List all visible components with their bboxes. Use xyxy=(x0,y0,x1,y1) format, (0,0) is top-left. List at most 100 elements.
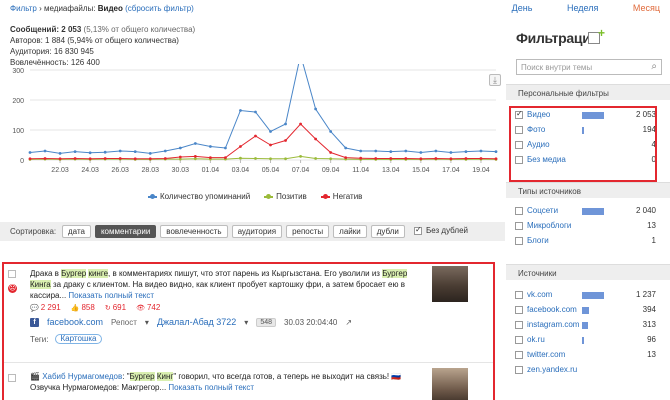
filter-checkbox[interactable] xyxy=(515,207,523,215)
sort-option-button[interactable]: репосты xyxy=(286,225,330,238)
x-tick-label: 09.04 xyxy=(322,167,340,174)
messages-share: (5,13% от общего количества) xyxy=(83,25,196,34)
chevron-down-icon[interactable]: ▾ xyxy=(145,318,149,327)
filter-checkbox[interactable] xyxy=(515,306,523,314)
sort-option-button[interactable]: комментарии xyxy=(94,225,157,238)
author-link[interactable]: Джалал-Абад 3722 xyxy=(157,317,236,327)
filter-name[interactable]: twitter.com xyxy=(527,350,565,359)
filter-name[interactable]: Блоги xyxy=(527,236,549,245)
reset-filter-link[interactable]: (сбросить фильтр) xyxy=(125,4,194,13)
messages-stat: Сообщений: 2 053 (5,13% от общего количе… xyxy=(10,24,195,35)
filter-checkbox[interactable] xyxy=(515,366,523,374)
filter-row[interactable]: zen.yandex.ru xyxy=(506,363,670,378)
y-tick-label: 200 xyxy=(12,98,24,105)
x-tick-label: 26.03 xyxy=(111,167,129,174)
filter-checkbox[interactable] xyxy=(515,351,523,359)
topic-search-input[interactable]: Поиск внутри темы ⌕ xyxy=(516,59,662,75)
post-video-thumbnail[interactable] xyxy=(432,368,468,400)
filter-checkbox[interactable] xyxy=(515,237,523,245)
filter-checkbox[interactable] xyxy=(515,291,523,299)
filter-row[interactable]: Микроблоги 13 xyxy=(506,219,670,234)
filter-share-bar xyxy=(582,208,604,215)
data-point xyxy=(464,157,468,160)
sort-option-button[interactable]: лайки xyxy=(333,225,367,238)
filter-row[interactable]: vk.com 1 237 xyxy=(506,288,670,303)
external-link-icon[interactable]: ↗ xyxy=(345,318,352,327)
views-metric: 👁 742 xyxy=(136,303,161,312)
legend-item[interactable]: Негатив xyxy=(320,192,363,201)
post-select-checkbox[interactable] xyxy=(8,270,16,278)
post-metrics: 💬 2 291 👍 858 ↻ 691 👁 742 xyxy=(30,303,160,312)
filter-name[interactable]: vk.com xyxy=(527,290,552,299)
legend-label: Негатив xyxy=(332,192,363,201)
legend-swatch xyxy=(148,193,157,199)
data-point xyxy=(404,157,408,160)
data-point xyxy=(178,155,182,159)
filter-row[interactable]: twitter.com 13 xyxy=(506,348,670,363)
data-point xyxy=(314,157,318,160)
data-point xyxy=(58,157,62,161)
tag-chip[interactable]: Картошка xyxy=(54,334,103,344)
data-point xyxy=(58,152,62,155)
breadcrumb-media-label: медиафайлы: xyxy=(44,4,96,13)
negative-sentiment-icon[interactable]: ☹ xyxy=(8,284,17,293)
data-point xyxy=(239,156,242,160)
filter-checkbox[interactable] xyxy=(515,222,523,230)
sort-options: дата комментарии вовлеченность аудитория реп… xyxy=(62,225,405,238)
data-point xyxy=(193,142,197,145)
data-point xyxy=(224,156,227,159)
source-link[interactable]: facebook.com xyxy=(47,317,103,327)
period-day[interactable]: День xyxy=(512,3,533,13)
data-point xyxy=(494,150,498,153)
sort-option-button[interactable]: аудитория xyxy=(231,225,283,238)
no-duplicates-toggle[interactable]: Без дублей xyxy=(414,225,468,235)
data-point xyxy=(329,130,333,133)
sort-option-button[interactable]: вовлеченность xyxy=(160,225,228,238)
show-full-text-link[interactable]: Показать полный текст xyxy=(68,291,154,300)
filter-name[interactable]: facebook.com xyxy=(527,305,577,314)
x-tick-label: 19.04 xyxy=(472,167,490,174)
reach-badge: 548 xyxy=(256,317,276,327)
data-point xyxy=(284,157,287,161)
no-duplicates-checkbox[interactable] xyxy=(414,225,422,235)
audience-stat: Аудитория: 16 830 945 xyxy=(10,47,94,56)
download-icon[interactable]: ⤓ xyxy=(489,74,501,86)
filter-name[interactable]: zen.yandex.ru xyxy=(527,365,577,374)
show-full-text-link[interactable]: Показать полный текст xyxy=(168,383,254,392)
data-point xyxy=(419,151,423,154)
breadcrumb-filter-link[interactable]: Фильтр xyxy=(10,4,37,13)
add-filter-icon[interactable] xyxy=(588,26,605,44)
filter-checkbox[interactable] xyxy=(515,321,523,329)
period-week[interactable]: Неделя xyxy=(567,3,598,13)
filter-share-bar xyxy=(582,307,589,314)
legend-item[interactable]: Позитив xyxy=(264,192,307,201)
filter-checkbox[interactable] xyxy=(515,336,523,344)
chevron-down-icon[interactable]: ▾ xyxy=(244,318,248,327)
data-point xyxy=(163,149,167,153)
period-month[interactable]: Месяц xyxy=(633,3,660,13)
search-icon[interactable]: ⌕ xyxy=(651,61,657,72)
filter-row[interactable]: facebook.com 394 xyxy=(506,303,670,318)
sources-header: Источники xyxy=(506,264,670,280)
filter-row[interactable]: instagram.com 313 xyxy=(506,318,670,333)
filter-row[interactable]: ok.ru 96 xyxy=(506,333,670,348)
author-mention-link[interactable]: Хабиб Нурмагомедов xyxy=(42,372,122,381)
legend-item[interactable]: Количество упоминаний xyxy=(148,192,250,201)
sort-option-button[interactable]: дата xyxy=(62,225,91,238)
filter-row[interactable]: Соцсети 2 040 xyxy=(506,204,670,219)
sort-option-button[interactable]: дубли xyxy=(370,225,405,238)
data-point xyxy=(299,155,302,158)
data-point xyxy=(269,143,272,147)
filter-name[interactable]: instagram.com xyxy=(527,320,579,329)
post-video-thumbnail[interactable] xyxy=(432,266,468,302)
breadcrumb: Фильтр › медиафайлы: Видео (сбросить фил… xyxy=(10,4,194,13)
filter-row[interactable]: Блоги 1 xyxy=(506,234,670,249)
filter-name[interactable]: ok.ru xyxy=(527,335,545,344)
filter-count: 313 xyxy=(642,320,656,329)
filter-name[interactable]: Микроблоги xyxy=(527,221,571,230)
filter-count: 13 xyxy=(647,221,656,230)
post-select-checkbox[interactable] xyxy=(8,374,16,382)
data-point xyxy=(329,157,333,161)
filter-name[interactable]: Соцсети xyxy=(527,206,558,215)
post-tags: Теги: Картошка xyxy=(30,334,103,344)
